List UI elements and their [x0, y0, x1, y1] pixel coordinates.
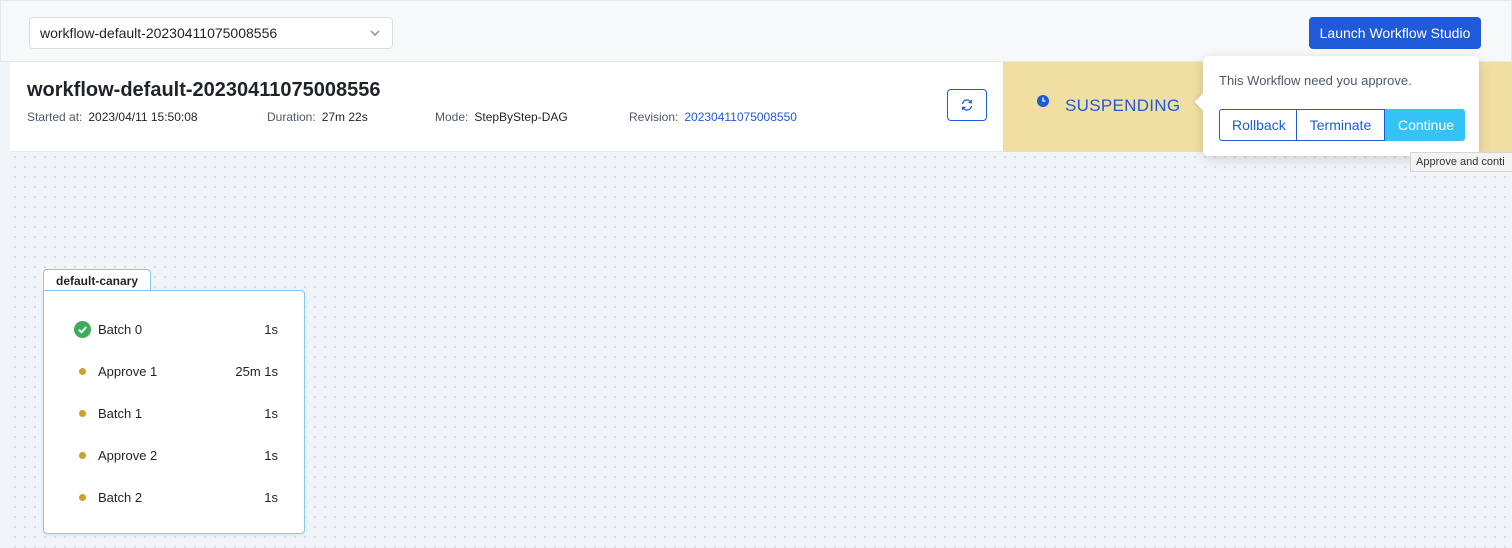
launch-workflow-studio-button[interactable]: Launch Workflow Studio [1309, 17, 1481, 49]
started-at-value: 2023/04/11 15:50:08 [88, 110, 198, 124]
dot-icon [73, 404, 91, 422]
revision: Revision: 20230411075008550 [629, 110, 797, 124]
mode-label: Mode: [435, 110, 469, 124]
workflow-select[interactable]: workflow-default-20230411075008556 [29, 17, 393, 49]
check-circle-icon [73, 320, 91, 338]
continue-tooltip: Approve and conti [1410, 152, 1512, 172]
step-item[interactable]: Batch 0 1s [44, 314, 306, 344]
clock-icon [1037, 95, 1049, 107]
step-duration: 1s [264, 405, 278, 421]
step-name: Batch 1 [98, 405, 143, 421]
refresh-button[interactable] [947, 89, 987, 121]
step-item[interactable]: Approve 2 1s [44, 440, 306, 470]
step-name: Approve 2 [98, 447, 158, 463]
step-name: Batch 2 [98, 489, 143, 505]
step-group: Batch 0 1s Approve 1 25m 1s Batch 1 1s A… [43, 290, 305, 534]
step-group-title: default-canary [43, 269, 151, 291]
duration-value: 27m 22s [321, 110, 368, 124]
rollback-button[interactable]: Rollback [1219, 109, 1297, 141]
dot-icon [73, 446, 91, 464]
duration: Duration: 27m 22s [267, 110, 368, 124]
step-item[interactable]: Batch 2 1s [44, 482, 306, 512]
dot-icon [73, 362, 91, 380]
dot-icon [73, 488, 91, 506]
step-item[interactable]: Approve 1 25m 1s [44, 356, 306, 386]
top-bar: workflow-default-20230411075008556 Launc… [0, 0, 1512, 62]
step-name: Batch 0 [98, 321, 143, 337]
mode-value: StepByStep-DAG [474, 110, 568, 124]
refresh-icon [961, 99, 973, 111]
workflow-title: workflow-default-20230411075008556 [27, 79, 381, 101]
step-duration: 1s [264, 447, 278, 463]
step-item[interactable]: Batch 1 1s [44, 398, 306, 428]
terminate-button[interactable]: Terminate [1297, 109, 1385, 141]
started-at: Started at: 2023/04/11 15:50:08 [27, 110, 198, 124]
step-duration: 25m 1s [235, 363, 278, 379]
chevron-down-icon [370, 30, 380, 36]
step-duration: 1s [264, 321, 278, 337]
mode: Mode: StepByStep-DAG [435, 110, 568, 124]
continue-button[interactable]: Continue [1385, 109, 1465, 141]
duration-label: Duration: [267, 110, 316, 124]
status-text: SUSPENDING [1065, 96, 1181, 115]
approval-button-group: Rollback Terminate Continue [1219, 109, 1465, 141]
approve-popover: This Workflow need you approve. Rollback… [1194, 56, 1479, 156]
step-name: Approve 1 [98, 363, 158, 379]
popover-message: This Workflow need you approve. [1219, 73, 1412, 88]
started-at-label: Started at: [27, 110, 83, 124]
step-duration: 1s [264, 489, 278, 505]
revision-link[interactable]: 20230411075008550 [684, 110, 797, 124]
workflow-select-value: workflow-default-20230411075008556 [40, 25, 278, 41]
revision-label: Revision: [629, 110, 679, 124]
